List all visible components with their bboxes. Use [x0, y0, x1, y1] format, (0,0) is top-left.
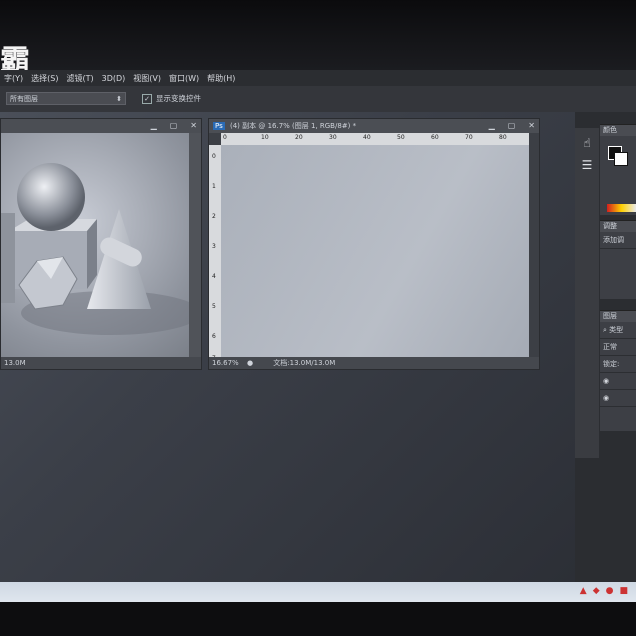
- menu-window[interactable]: 窗口(W): [169, 73, 199, 84]
- doc2-title: (4) 副本 @ 16.7% (图层 1, RGB/8#) *: [229, 122, 357, 130]
- monitor-bezel-top: [0, 0, 636, 70]
- menu-help[interactable]: 帮助(H): [207, 73, 235, 84]
- menu-select[interactable]: 选择(S): [31, 73, 58, 84]
- tab-adjustments[interactable]: 调整: [600, 221, 636, 232]
- menu-3d[interactable]: 3D(D): [102, 74, 126, 83]
- lock-row: 锁定:: [600, 356, 636, 373]
- check-icon: ✓: [142, 93, 152, 104]
- chevron-down-icon: ⬍: [116, 95, 122, 103]
- eye-icon[interactable]: ◉: [603, 377, 609, 385]
- doc1-canvas[interactable]: [1, 133, 189, 357]
- background-color-swatch[interactable]: [614, 152, 628, 166]
- taskbar: ▲ ◆ ● ■: [0, 582, 636, 602]
- show-transform-checkbox[interactable]: ✓ 显示变换控件: [142, 93, 201, 104]
- history-icon[interactable]: ☝: [580, 136, 594, 150]
- menu-view[interactable]: 视图(V): [133, 73, 161, 84]
- close-icon[interactable]: ✕: [528, 119, 535, 133]
- show-transform-label: 显示变换控件: [156, 94, 201, 103]
- auto-select-value: 所有图层: [10, 95, 38, 103]
- ruler-tick: 30: [329, 134, 337, 141]
- layer-row[interactable]: ◉: [600, 390, 636, 407]
- tray-icon[interactable]: ◆: [593, 586, 600, 596]
- doc1-size: 13.0M: [4, 359, 26, 367]
- ruler-tick: 5: [212, 303, 216, 310]
- kind-label: 类型: [609, 326, 624, 334]
- eye-icon[interactable]: ◉: [603, 394, 609, 402]
- document-window-1[interactable]: ▁ ▢ ✕ 13.0M: [0, 118, 202, 370]
- blend-mode-select[interactable]: 正常: [600, 339, 636, 356]
- ruler-tick: 6: [212, 333, 216, 340]
- search-icon: ⌕: [603, 326, 607, 334]
- horizontal-ruler[interactable]: 0 10 20 30 40 50 60 70 80: [221, 133, 529, 145]
- add-adjustment-label: 添加调: [600, 232, 636, 249]
- doc1-status: 13.0M: [1, 357, 201, 369]
- tab-layers[interactable]: 图层: [600, 311, 636, 322]
- doc1-titlebar[interactable]: ▁ ▢ ✕: [1, 119, 201, 133]
- system-tray: ▲ ◆ ● ■: [580, 586, 628, 596]
- monitor-bezel-bottom: [0, 602, 636, 636]
- lock-label: 锁定:: [603, 360, 620, 368]
- ruler-tick: 50: [397, 134, 405, 141]
- blend-mode-value: 正常: [603, 343, 617, 351]
- layer-filter-kind[interactable]: ⌕ 类型: [600, 322, 636, 339]
- ruler-tick: 3: [212, 243, 216, 250]
- auto-select-dropdown[interactable]: 所有图层 ⬍: [6, 92, 126, 105]
- ruler-tick: 0: [223, 134, 227, 141]
- close-icon[interactable]: ✕: [190, 119, 197, 133]
- layers-panel: 图层 ⌕ 类型 正常 锁定: ◉ ◉: [600, 310, 636, 431]
- ruler-tick: 2: [212, 213, 216, 220]
- tray-icon[interactable]: ●: [606, 586, 614, 596]
- status-dot-icon: ●: [246, 359, 254, 367]
- maximize-icon[interactable]: ▢: [170, 119, 178, 133]
- doc1-scrollbar[interactable]: [189, 133, 201, 357]
- menu-filter[interactable]: 滤镜(T): [66, 73, 93, 84]
- minimize-icon[interactable]: ▁: [489, 119, 495, 133]
- menu-bar: 字(Y) 选择(S) 滤镜(T) 3D(D) 视图(V) 窗口(W) 帮助(H): [0, 70, 636, 86]
- adjustments-panel: 调整 添加调: [600, 220, 636, 299]
- maximize-icon[interactable]: ▢: [508, 119, 516, 133]
- doc-size-info: 文档:13.0M/13.0M: [273, 359, 336, 367]
- layer-row[interactable]: ◉: [600, 373, 636, 390]
- ruler-tick: 40: [363, 134, 371, 141]
- ruler-tick: 70: [465, 134, 473, 141]
- menu-type[interactable]: 字(Y): [4, 73, 23, 84]
- still-life-image: [1, 163, 189, 335]
- doc2-status: 16.67% ● 文档:13.0M/13.0M: [209, 357, 539, 369]
- ruler-tick: 80: [499, 134, 507, 141]
- ruler-tick: 0: [212, 153, 216, 160]
- properties-icon[interactable]: ☰: [580, 158, 594, 172]
- tab-color[interactable]: 颜色: [600, 125, 636, 136]
- ruler-tick: 4: [212, 273, 216, 280]
- minimize-icon[interactable]: ▁: [151, 119, 157, 133]
- ps-doc-icon: Ps: [213, 122, 225, 130]
- zoom-level[interactable]: 16.67%: [212, 359, 239, 367]
- tray-icon[interactable]: ■: [619, 586, 628, 596]
- document-window-2[interactable]: Ps (4) 副本 @ 16.7% (图层 1, RGB/8#) * ▁ ▢ ✕…: [208, 118, 540, 370]
- doc2-canvas[interactable]: [221, 145, 529, 357]
- color-spectrum[interactable]: [607, 204, 636, 212]
- color-panel: 颜色: [600, 124, 636, 215]
- ruler-tick: 20: [295, 134, 303, 141]
- panel-icon-strip: ☝ ☰: [575, 128, 599, 458]
- ruler-tick: 60: [431, 134, 439, 141]
- ruler-tick: 1: [212, 183, 216, 190]
- doc2-titlebar[interactable]: Ps (4) 副本 @ 16.7% (图层 1, RGB/8#) * ▁ ▢ ✕: [209, 119, 539, 133]
- vertical-ruler[interactable]: 0 1 2 3 4 5 6 7: [209, 145, 221, 362]
- ruler-tick: 10: [261, 134, 269, 141]
- tray-icon[interactable]: ▲: [580, 586, 587, 596]
